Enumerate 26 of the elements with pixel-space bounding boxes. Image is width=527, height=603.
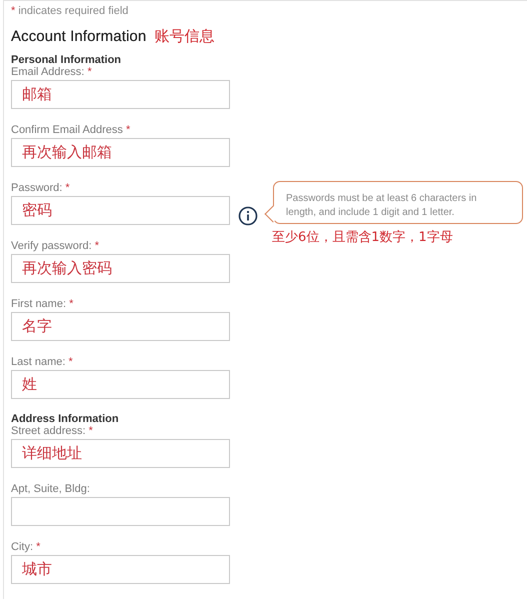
annotation: 至少6位，且需含1数字，1字母 [272,229,453,246]
input-field[interactable] [11,497,230,526]
field-label: Confirm Email Address * [11,124,130,137]
input-field[interactable]: 密码 [11,196,230,225]
field-label: Email Address: * [11,66,92,79]
input-field[interactable]: 邮箱 [11,80,230,109]
form-heading: Account Information [11,28,146,45]
annotation: 账号信息 [154,27,214,46]
section-title: Personal Information [11,54,122,66]
section-title: Address Information [11,413,119,425]
input-field[interactable]: 再次输入密码 [11,254,230,283]
input-field[interactable]: 名字 [11,312,230,341]
input-field[interactable]: 姓 [11,370,230,399]
field-label: Password: * [11,182,70,195]
field-label: Last name: * [11,356,73,369]
field-label: First name: * [11,298,74,311]
field-label: Apt, Suite, Bldg: [11,483,90,496]
field-label: Street address: * [11,425,93,438]
field-label: Verify password: * [11,240,100,253]
required-note: * indicates required field [11,4,128,18]
input-field[interactable]: 再次输入邮箱 [11,138,230,167]
input-field[interactable]: 详细地址 [11,439,230,468]
field-label: City: * [11,541,40,554]
info-icon[interactable] [238,206,258,226]
input-field[interactable]: 城市 [11,555,230,584]
tooltip: Passwords must be at least 6 characters in length, and include 1 digit and 1 letter. [265,181,523,224]
